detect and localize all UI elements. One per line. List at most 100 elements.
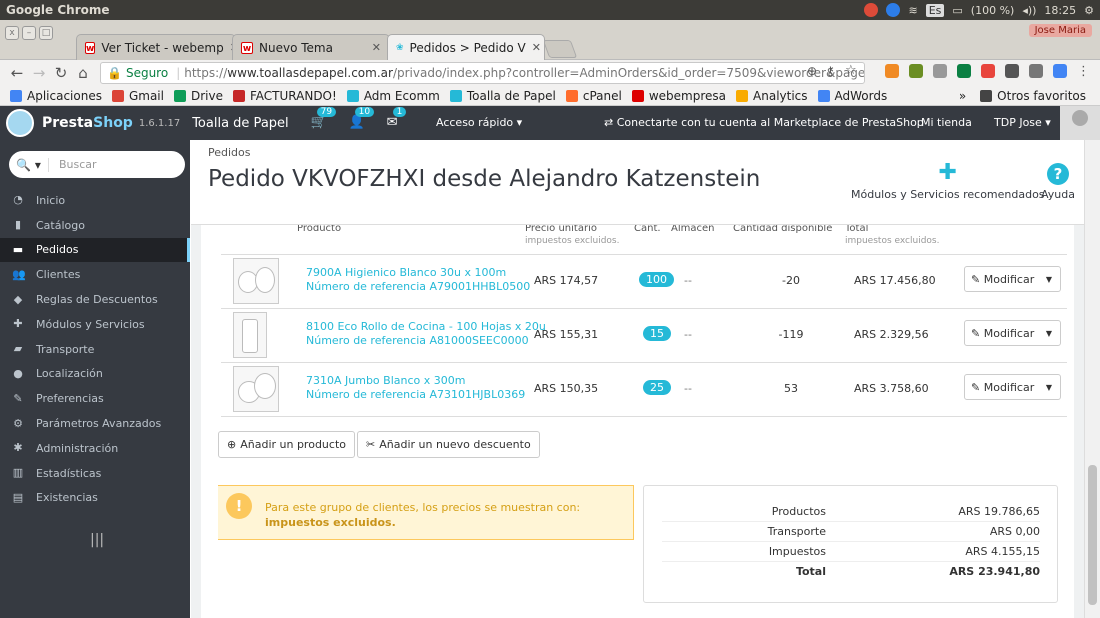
profile-button[interactable]: Jose Maria (1028, 24, 1092, 37)
product-image[interactable] (233, 366, 279, 412)
user-avatar[interactable] (1060, 106, 1100, 140)
search-type-button[interactable]: 🔍 ▾ (9, 157, 49, 172)
extension-icon[interactable] (1053, 64, 1067, 78)
bookmark-analytics[interactable]: Analytics (736, 89, 808, 103)
sidebar-item-catalogo[interactable]: ▮ Catálogo (0, 213, 190, 238)
new-customers-notification[interactable]: 👤 10 (349, 107, 375, 131)
menu-dots-icon[interactable]: ⋮ (1077, 64, 1090, 79)
collapse-menu-icon[interactable]: ||| (90, 532, 104, 548)
url-path: /privado/index.php?controller=AdminOrder… (392, 66, 865, 80)
tab-ver-ticket[interactable]: w Ver Ticket - webemp ✕ (76, 34, 236, 60)
extensions: ⋮ (885, 64, 1090, 79)
bookmark-toalla-de-papel[interactable]: Toalla de Papel (449, 89, 556, 103)
extension-icon[interactable] (1029, 64, 1043, 78)
zoom-icon[interactable]: ⊕ (807, 64, 817, 78)
close-tab-icon[interactable]: ✕ (366, 41, 381, 54)
marketplace-connect-link[interactable]: ⇄ Conectarte con tu cuenta al Marketplac… (604, 116, 924, 129)
sidebar-item-modulos[interactable]: ✚ Módulos y Servicios (0, 312, 190, 337)
product-link[interactable]: 7310A Jumbo Blanco x 300m Número de refer… (306, 374, 525, 402)
product-link[interactable]: 8100 Eco Rollo de Cocina - 100 Hojas x 2… (306, 320, 546, 348)
new-tab-button[interactable] (542, 40, 578, 58)
bookmark-adwords[interactable]: AdWords (817, 89, 887, 103)
battery-icon[interactable]: ▭ (952, 4, 962, 17)
line-total: ARS 17.456,80 (854, 274, 936, 287)
sidebar-item-reglas-descuentos[interactable]: ◆ Reglas de Descuentos (0, 287, 190, 312)
bookmark-adm-ecomm[interactable]: Adm Ecomm (346, 89, 440, 103)
product-link[interactable]: 7900A Higienico Blanco 30u x 100m Número … (306, 266, 530, 294)
other-bookmarks-folder[interactable]: Otros favoritos (980, 89, 1086, 103)
bookmark-gmail[interactable]: Gmail (111, 89, 164, 103)
quick-access-dropdown[interactable]: Acceso rápido ▾ (436, 116, 522, 129)
bookmark-webempresa[interactable]: webempresa (631, 89, 726, 103)
tab-nuevo-tema[interactable]: w Nuevo Tema ✕ (232, 34, 390, 60)
maximize-window-icon[interactable]: □ (39, 26, 53, 40)
recommended-modules-button[interactable]: ✚ Módulos y Servicios recomendados (851, 160, 1045, 201)
store-name[interactable]: Toalla de Papel (192, 116, 288, 131)
wifi-icon[interactable]: ≋ (908, 4, 917, 17)
home-icon[interactable]: ⌂ (72, 64, 94, 82)
back-icon[interactable]: ← (6, 64, 28, 82)
sidebar-item-administracion[interactable]: ✱ Administración (0, 436, 190, 461)
sidebar-item-pedidos[interactable]: ▬ Pedidos (0, 237, 190, 263)
forward-icon[interactable]: → (28, 64, 50, 82)
close-tab-icon[interactable]: ✕ (526, 41, 541, 54)
add-product-button[interactable]: ⊕ Añadir un producto (218, 431, 355, 458)
reload-icon[interactable]: ↻ (50, 64, 72, 82)
lock-icon[interactable]: 🔒 (107, 66, 122, 80)
new-orders-notification[interactable]: 🛒 79 (311, 107, 337, 131)
my-store-link[interactable]: Mi tienda (921, 116, 972, 129)
sidebar-item-clientes[interactable]: 👥 Clientes (0, 262, 190, 287)
volume-icon[interactable]: ◂)) (1022, 4, 1036, 17)
clock[interactable]: 18:25 (1044, 4, 1076, 17)
user-menu[interactable]: TDP Jose ▾ (994, 116, 1051, 129)
sidebar-item-localizacion[interactable]: ● Localización (0, 362, 190, 387)
more-bookmarks-button[interactable]: » (959, 89, 966, 103)
search-input[interactable]: Buscar (59, 158, 97, 171)
bookmark-drive[interactable]: Drive (173, 89, 223, 103)
sidebar-item-estadisticas[interactable]: ▥ Estadísticas (0, 461, 190, 486)
breadcrumb[interactable]: Pedidos (208, 146, 251, 159)
key-icon[interactable]: ⚷ (826, 64, 835, 78)
extension-icon[interactable] (1005, 64, 1019, 78)
sidebar-item-preferencias[interactable]: ✎ Preferencias (0, 386, 190, 411)
pencil-icon: ✎ (971, 326, 984, 340)
extension-icon[interactable] (933, 64, 947, 78)
teamviewer-icon[interactable] (886, 3, 901, 17)
minimize-window-icon[interactable]: – (22, 26, 36, 40)
sidebar-item-transporte[interactable]: ▰ Transporte (0, 337, 190, 362)
bookmark-cpanel[interactable]: cPanel (565, 89, 622, 103)
tab-pedidos[interactable]: ❀ Pedidos > Pedido V ✕ (387, 34, 545, 60)
chrome-icon[interactable] (864, 3, 879, 17)
page-scrollbar[interactable] (1084, 140, 1100, 618)
sidebar-item-inicio[interactable]: ◔ Inicio (0, 188, 190, 213)
keyboard-layout[interactable]: Es (925, 3, 945, 17)
sidebar-item-parametros-avanzados[interactable]: ⚙ Parámetros Avanzados (0, 411, 190, 436)
prestashop-brand[interactable]: PrestaShop (42, 115, 133, 131)
sidebar-menu: ◔ Inicio ▮ Catálogo ▬ Pedidos 👥 Clientes ◆ Re… (0, 188, 190, 510)
modify-button[interactable]: ✎ Modificar ▼ (964, 320, 1061, 346)
product-image[interactable] (233, 312, 267, 358)
extension-icon[interactable] (957, 64, 971, 78)
prestashop-logo-icon[interactable] (6, 109, 34, 137)
extension-icon[interactable] (909, 64, 923, 78)
extension-icon[interactable] (981, 64, 995, 78)
help-button[interactable]: ? Ayuda (1041, 160, 1075, 201)
product-image[interactable] (233, 258, 279, 304)
sidebar-item-existencias[interactable]: ▤ Existencias (0, 486, 190, 511)
star-icon[interactable]: ☆ (845, 63, 857, 78)
url-bar[interactable]: 🔒 Seguro | https:// www.toallasdepapel.c… (100, 62, 865, 84)
extension-icon[interactable] (885, 64, 899, 78)
caret-down-icon[interactable]: ▼ (1046, 275, 1052, 284)
new-messages-notification[interactable]: ✉ 1 (387, 107, 407, 131)
bookmark-aplicaciones[interactable]: Aplicaciones (10, 89, 102, 103)
caret-down-icon[interactable]: ▼ (1046, 383, 1052, 392)
caret-down-icon[interactable]: ▼ (1046, 329, 1052, 338)
add-discount-button[interactable]: ✂ Añadir un nuevo descuento (357, 431, 540, 458)
close-window-icon[interactable]: x (5, 26, 19, 40)
bookmark-facturando[interactable]: FACTURANDO! (232, 89, 337, 103)
marketplace-label: Conectarte con tu cuenta al Marketplace … (616, 116, 924, 129)
modify-button[interactable]: ✎ Modificar ▼ (964, 266, 1061, 292)
modify-button[interactable]: ✎ Modificar ▼ (964, 374, 1061, 400)
scrollbar-thumb[interactable] (1088, 465, 1097, 605)
power-icon[interactable]: ⚙ (1084, 4, 1094, 17)
